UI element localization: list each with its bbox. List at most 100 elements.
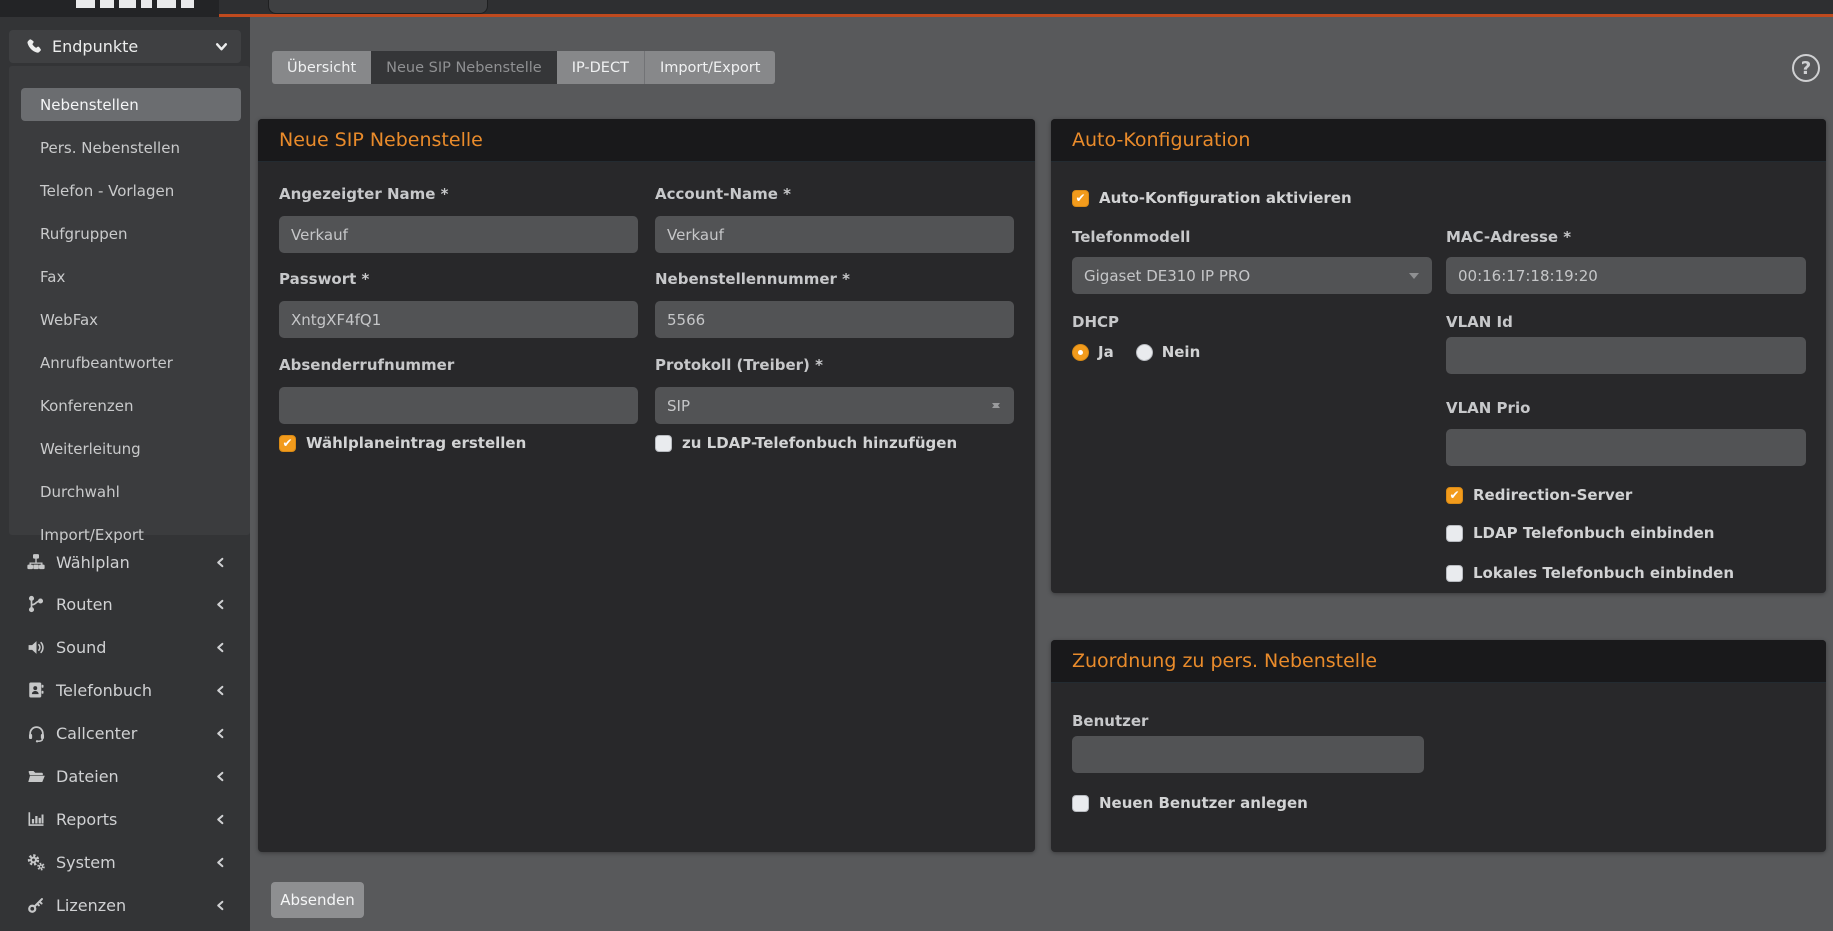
mac-address-input[interactable] [1446, 257, 1806, 294]
sidebar-group-label: System [56, 853, 116, 872]
field-label-benutzer: Benutzer [1072, 712, 1148, 730]
checkbox-unchecked-icon [655, 435, 672, 452]
sidebar-group-label: Dateien [56, 767, 119, 786]
chevron-left-icon [215, 728, 226, 739]
vlan-id-input[interactable] [1446, 337, 1806, 374]
topbar [0, 0, 1833, 17]
autoconfig-enable-checkbox[interactable]: Auto-Konfiguration aktivieren [1072, 189, 1352, 207]
account-name-input[interactable] [655, 216, 1014, 253]
checkbox-checked-icon [1446, 487, 1463, 504]
tab-import-export[interactable]: Import/Export [644, 51, 775, 84]
gears-icon [25, 852, 47, 872]
sidebar-group-system[interactable]: System [9, 845, 241, 879]
password-input[interactable] [279, 301, 638, 338]
sidebar-group-label: Wählplan [56, 553, 130, 572]
user-input[interactable] [1072, 736, 1424, 773]
tab-bar: Übersicht Neue SIP Nebenstelle IP-DECT I… [272, 51, 775, 84]
submit-button[interactable]: Absenden [271, 882, 364, 918]
protocol-select[interactable]: SIP [655, 387, 1014, 424]
ldap-phonebook-checkbox[interactable]: LDAP Telefonbuch einbinden [1446, 524, 1714, 542]
chevron-left-icon [215, 599, 226, 610]
key-icon [25, 896, 47, 914]
tab-ip-dect[interactable]: IP-DECT [557, 51, 644, 84]
panel-title: Zuordnung zu pers. Nebenstelle [1051, 640, 1826, 683]
panel-title: Neue SIP Nebenstelle [258, 119, 1035, 162]
volume-icon [25, 638, 47, 657]
dhcp-nein-radio[interactable] [1136, 344, 1153, 361]
sidebar-group-label: Endpunkte [52, 37, 138, 56]
checkbox-label: Redirection-Server [1473, 486, 1632, 504]
sitemap-icon [25, 553, 47, 571]
checkbox-unchecked-icon [1446, 565, 1463, 582]
radio-label-ja: Ja [1098, 343, 1114, 361]
field-label-dhcp: DHCP [1072, 313, 1119, 331]
checkbox-checked-icon [279, 435, 296, 452]
checkbox-label: LDAP Telefonbuch einbinden [1473, 524, 1714, 542]
help-icon[interactable]: ? [1792, 54, 1820, 82]
sidebar-submenu: Nebenstellen Pers. Nebenstellen Telefon … [9, 66, 250, 535]
bar-chart-icon [25, 810, 47, 828]
sidebar-group-lizenzen[interactable]: Lizenzen [9, 888, 241, 922]
accent-divider [219, 14, 1833, 17]
sidebar-item-fax[interactable]: Fax [21, 260, 241, 293]
branch-icon [25, 595, 47, 613]
folder-open-icon [25, 767, 47, 786]
logo-zone [0, 0, 219, 17]
new-user-checkbox[interactable]: Neuen Benutzer anlegen [1072, 794, 1308, 812]
chevron-left-icon [215, 900, 226, 911]
sidebar-group-label: Lizenzen [56, 896, 126, 915]
field-label-vlan-id: VLAN Id [1446, 313, 1513, 331]
tab-neue-sip-nebenstelle[interactable]: Neue SIP Nebenstelle [371, 51, 557, 84]
sidebar-item-weiterleitung[interactable]: Weiterleitung [21, 432, 241, 465]
sidebar-group-waehlplan[interactable]: Wählplan [9, 545, 241, 579]
checkbox-unchecked-icon [1446, 525, 1463, 542]
dhcp-ja-radio[interactable] [1072, 344, 1089, 361]
checkbox-label: Wählplaneintrag erstellen [306, 434, 526, 452]
phone-model-select-value: Gigaset DE310 IP PRO [1084, 267, 1250, 285]
local-phonebook-checkbox[interactable]: Lokales Telefonbuch einbinden [1446, 564, 1734, 582]
sidebar-group-dateien[interactable]: Dateien [9, 759, 241, 793]
ldap-add-checkbox[interactable]: zu LDAP-Telefonbuch hinzufügen [655, 434, 957, 452]
dhcp-radio-group: Ja Nein [1072, 343, 1222, 361]
sidebar-item-konferenzen[interactable]: Konferenzen [21, 389, 241, 422]
panel-neue-sip-nebenstelle: Neue SIP Nebenstelle Angezeigter Name * … [258, 119, 1035, 852]
chevron-left-icon [215, 771, 226, 782]
tab-uebersicht[interactable]: Übersicht [272, 51, 371, 84]
sidebar-group-label: Reports [56, 810, 117, 829]
dialplan-entry-checkbox[interactable]: Wählplaneintrag erstellen [279, 434, 526, 452]
sidebar-item-anrufbeantworter[interactable]: Anrufbeantworter [21, 346, 241, 379]
sidebar-item-webfax[interactable]: WebFax [21, 303, 241, 336]
app-root: Endpunkte Nebenstellen Pers. Nebenstelle… [0, 0, 1833, 931]
chevron-left-icon [215, 557, 226, 568]
sidebar-item-nebenstellen[interactable]: Nebenstellen [21, 88, 241, 121]
sidebar-group-telefonbuch[interactable]: Telefonbuch [9, 673, 241, 707]
panel-zuordnung: Zuordnung zu pers. Nebenstelle Benutzer … [1051, 640, 1826, 852]
field-label-telefonmodell: Telefonmodell [1072, 228, 1190, 246]
sidebar-group-endpunkte[interactable]: Endpunkte [9, 30, 241, 63]
caller-id-input[interactable] [279, 387, 638, 424]
sidebar-group-callcenter[interactable]: Callcenter [9, 716, 241, 750]
sidebar: Endpunkte Nebenstellen Pers. Nebenstelle… [0, 17, 250, 931]
vlan-prio-input[interactable] [1446, 429, 1806, 466]
checkbox-label: Auto-Konfiguration aktivieren [1099, 189, 1352, 207]
sidebar-group-reports[interactable]: Reports [9, 802, 241, 836]
phone-model-select[interactable]: Gigaset DE310 IP PRO [1072, 257, 1432, 294]
phone-icon [25, 38, 42, 55]
sidebar-item-rufgruppen[interactable]: Rufgruppen [21, 217, 241, 250]
sidebar-group-routen[interactable]: Routen [9, 587, 241, 621]
extension-number-input[interactable] [655, 301, 1014, 338]
sidebar-group-label: Sound [56, 638, 106, 657]
display-name-input[interactable] [279, 216, 638, 253]
search-input[interactable] [268, 0, 488, 14]
sidebar-group-sound[interactable]: Sound [9, 630, 241, 664]
sidebar-item-pers-nebenstellen[interactable]: Pers. Nebenstellen [21, 131, 241, 164]
brand-logo [76, 0, 194, 9]
sidebar-item-durchwahl[interactable]: Durchwahl [21, 475, 241, 508]
panel-title: Auto-Konfiguration [1051, 119, 1826, 162]
checkbox-label: Neuen Benutzer anlegen [1099, 794, 1308, 812]
redirection-server-checkbox[interactable]: Redirection-Server [1446, 486, 1632, 504]
chevron-left-icon [215, 857, 226, 868]
sidebar-item-telefon-vorlagen[interactable]: Telefon - Vorlagen [21, 174, 241, 207]
headset-icon [25, 724, 47, 743]
field-label-nebenstellennummer: Nebenstellennummer * [655, 270, 850, 288]
